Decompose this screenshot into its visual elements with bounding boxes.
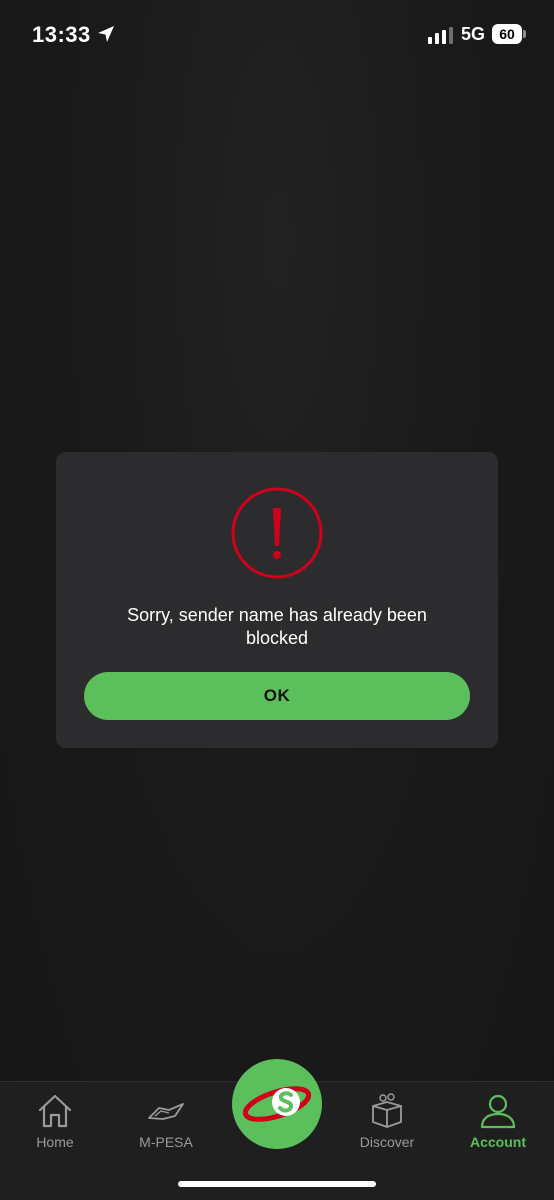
ok-button[interactable]: OK [84, 672, 470, 720]
alert-dialog: Sorry, sender name has already been bloc… [56, 452, 498, 748]
nav-label-mpesa: M-PESA [139, 1134, 193, 1150]
battery-cap [523, 30, 526, 38]
nav-item-account[interactable]: Account [448, 1092, 548, 1150]
status-time: 13:33 [32, 22, 91, 47]
exclamation-circle-icon [231, 487, 323, 579]
safaricom-home-button[interactable] [232, 1059, 322, 1149]
status-bar: 13:33 5G 60 [0, 0, 554, 70]
safaricom-logo-icon [242, 1086, 312, 1122]
network-type: 5G [461, 24, 486, 44]
nav-label-home: Home [36, 1134, 74, 1150]
cellular-signal-icon [428, 27, 453, 44]
gift-box-icon [372, 1093, 402, 1128]
nav-item-home[interactable]: Home [5, 1092, 105, 1150]
money-icon [148, 1103, 184, 1120]
home-indicator[interactable] [178, 1181, 376, 1187]
nav-label-account: Account [470, 1134, 526, 1150]
nav-item-discover[interactable]: Discover [337, 1092, 437, 1150]
app-screen: 13:33 5G 60 Sorry, sender name has alrea… [0, 0, 554, 1200]
home-icon [38, 1094, 72, 1128]
battery-indicator: 60 [492, 24, 526, 44]
user-icon [480, 1094, 516, 1129]
dialog-message: Sorry, sender name has already been bloc… [127, 605, 427, 648]
location-arrow-icon [98, 26, 114, 42]
nav-label-discover: Discover [359, 1134, 415, 1150]
battery-level: 60 [492, 24, 522, 44]
nav-item-mpesa[interactable]: M-PESA [116, 1092, 216, 1150]
